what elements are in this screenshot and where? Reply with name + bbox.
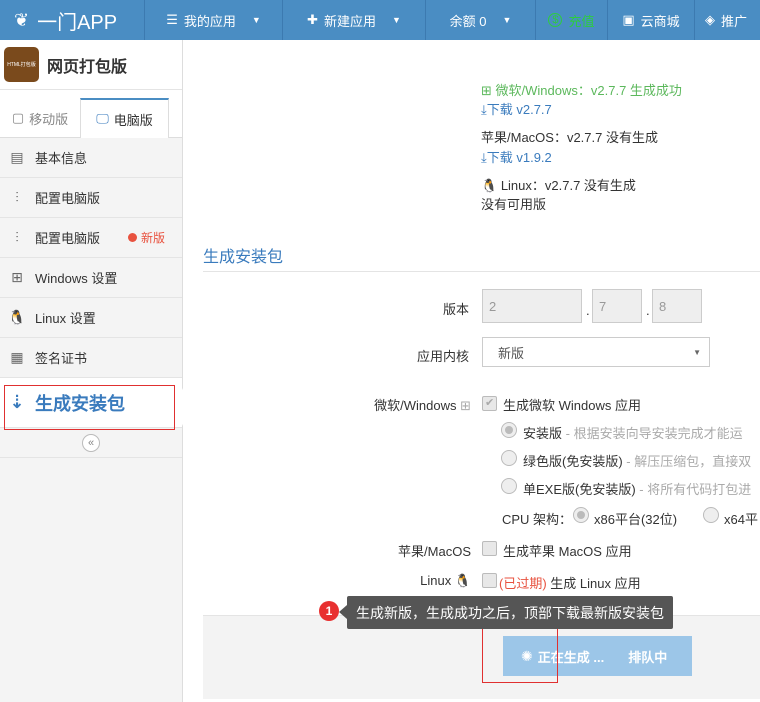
promote-label: 推广 <box>721 13 748 29</box>
cpu-x64-label: x64平 <box>724 512 758 527</box>
section-divider <box>203 271 760 272</box>
version-label: 版本 <box>442 302 469 317</box>
balance-label: 余额 0 <box>449 13 487 29</box>
new-app-menu[interactable]: ✚ 新建应用 ▼ <box>283 0 426 40</box>
linux-build-status: 🐧 Linux：v2.7.7 没有生成 <box>481 178 636 193</box>
sliders-icon: ⫶ <box>15 229 19 245</box>
windows-option-label: 生成微软 Windows 应用 <box>503 398 641 413</box>
shop-icon: ▣ <box>622 12 635 27</box>
cpu-label: CPU 架构： <box>502 512 573 527</box>
queue-status: 排队中 <box>628 649 668 665</box>
mac-option-label: 生成苹果 MacOS 应用 <box>503 544 632 559</box>
version-patch-input[interactable]: 8 <box>652 289 702 323</box>
guide-tooltip: 生成新版，生成成功之后，顶部下载最新版安装包 <box>339 596 673 629</box>
linux-label: Linux 🐧 <box>420 573 471 588</box>
caret-down-icon: ▼ <box>502 15 512 25</box>
monitor-icon: 🖵 <box>96 111 109 126</box>
version-minor-input[interactable]: 7 <box>592 289 642 323</box>
sidebar-item-basic-info[interactable]: ▤ 基本信息 <box>0 138 182 178</box>
windows-download-link[interactable]: ⤓下载 v2.7.7 <box>481 99 552 118</box>
my-apps-menu[interactable]: ☰ 我的应用 ▼ <box>145 0 283 40</box>
linux-icon: 🐧 <box>481 178 498 193</box>
windows-icon: ⊞ <box>11 269 23 285</box>
single-exe-label: 单EXE版(免安装版) - 将所有代码打包进 <box>523 482 752 497</box>
mac-label: 苹果/MacOS <box>398 544 471 559</box>
linux-icon: 🐧 <box>454 573 471 588</box>
install-type-radio[interactable] <box>501 422 517 438</box>
single-exe-radio[interactable] <box>501 478 517 494</box>
tab-desktop[interactable]: 🖵 电脑版 <box>80 98 169 138</box>
mac-checkbox[interactable] <box>482 541 497 556</box>
new-version-badge: 新版 <box>128 229 165 246</box>
certificate-icon: ▦ <box>10 349 24 365</box>
recharge-button[interactable]: $ 充值 <box>536 0 608 40</box>
document-icon: ▤ <box>10 149 24 165</box>
top-nav-bar: ❦ 一门APP ☰ 我的应用 ▼ ✚ 新建应用 ▼ 余额 0 ▼ $ 充值 ▣ … <box>0 0 760 40</box>
sidebar-item-config-desktop[interactable]: ⫶ 配置电脑版 <box>0 178 182 218</box>
sliders-icon: ⫶ <box>15 189 19 205</box>
list-icon: ☰ <box>166 12 178 27</box>
step-number-badge: 1 <box>319 601 339 621</box>
app-logo: HTML打包版 <box>4 47 39 82</box>
green-type-label: 绿色版(免安装版) - 解压压缩包，直接双 <box>523 454 752 469</box>
my-apps-label: 我的应用 <box>183 13 236 29</box>
windows-icon: ⊞ <box>460 398 471 413</box>
green-type-radio[interactable] <box>501 450 517 466</box>
brand-logo[interactable]: ❦ 一门APP <box>0 0 145 40</box>
mac-build-status: 苹果/MacOS：v2.7.7 没有生成 <box>481 130 658 145</box>
kernel-label: 应用内核 <box>416 349 469 364</box>
linux-option-label: (已过期) 生成 Linux 应用 <box>499 576 641 591</box>
cloud-shop-label: 云商城 <box>640 13 680 29</box>
mobile-icon: ▢ <box>11 110 25 125</box>
collapse-icon[interactable]: « <box>82 433 100 452</box>
caret-down-icon: ▼ <box>251 15 261 25</box>
caret-down-icon: ▼ <box>392 15 401 25</box>
chevron-down-icon: ▼ <box>693 347 701 357</box>
windows-label: 微软/Windows ⊞ <box>374 398 471 413</box>
platform-tabs: ▢ 移动版 🖵 电脑版 <box>0 90 182 138</box>
kernel-select[interactable]: 新版 ▼ <box>482 337 710 367</box>
cpu-x86-radio[interactable] <box>573 507 589 523</box>
windows-build-status: ⊞ 微软/Windows：v2.7.7 生成成功 <box>481 83 682 98</box>
section-title: 生成安装包 <box>203 249 284 266</box>
brand-name: 一门APP <box>37 11 118 34</box>
version-major-input[interactable]: 2 <box>482 289 582 323</box>
cpu-x86-label: x86平台(32位) <box>594 512 678 527</box>
highlight-box <box>4 385 175 430</box>
mac-download-link[interactable]: ⤓下载 v1.9.2 <box>481 147 552 166</box>
coin-icon: $ <box>548 13 563 27</box>
windows-icon: ⊞ <box>481 83 492 98</box>
linux-icon: 🐧 <box>8 309 26 325</box>
promote-button[interactable]: ◈ 推广 <box>695 0 760 40</box>
app-name: 网页打包版 <box>47 58 128 76</box>
windows-checkbox[interactable] <box>482 396 497 411</box>
app-header: HTML打包版 网页打包版 <box>0 40 182 90</box>
sidebar-item-config-desktop-new[interactable]: ⫶ 配置电脑版 新版 <box>0 218 182 258</box>
tab-mobile[interactable]: ▢ 移动版 <box>0 99 80 137</box>
diamond-icon: ◈ <box>705 12 715 27</box>
sidebar-item-certificate[interactable]: ▦ 签名证书 <box>0 338 182 378</box>
version-dot: . <box>586 303 590 318</box>
plus-icon: ✚ <box>307 12 318 27</box>
sidebar-collapse: « <box>0 428 182 458</box>
sidebar-item-windows-settings[interactable]: ⊞ Windows 设置 <box>0 258 182 298</box>
new-app-label: 新建应用 <box>323 13 376 29</box>
linux-note: 没有可用版 <box>481 197 547 212</box>
version-dot: . <box>646 303 650 318</box>
balance-menu[interactable]: 余额 0 ▼ <box>426 0 536 40</box>
cpu-x64-radio[interactable] <box>703 507 719 523</box>
install-type-label: 安装版 - 根据安装向导安装完成才能运 <box>523 426 743 441</box>
leaf-icon: ❦ <box>14 9 30 30</box>
cloud-shop-button[interactable]: ▣ 云商城 <box>608 0 695 40</box>
sidebar-item-linux-settings[interactable]: 🐧 Linux 设置 <box>0 298 182 338</box>
recharge-label: 充值 <box>568 13 595 29</box>
sidebar: HTML打包版 网页打包版 ▢ 移动版 🖵 电脑版 ▤ 基本信息 ⫶ 配置电脑版… <box>0 40 183 702</box>
linux-checkbox[interactable] <box>482 573 497 588</box>
